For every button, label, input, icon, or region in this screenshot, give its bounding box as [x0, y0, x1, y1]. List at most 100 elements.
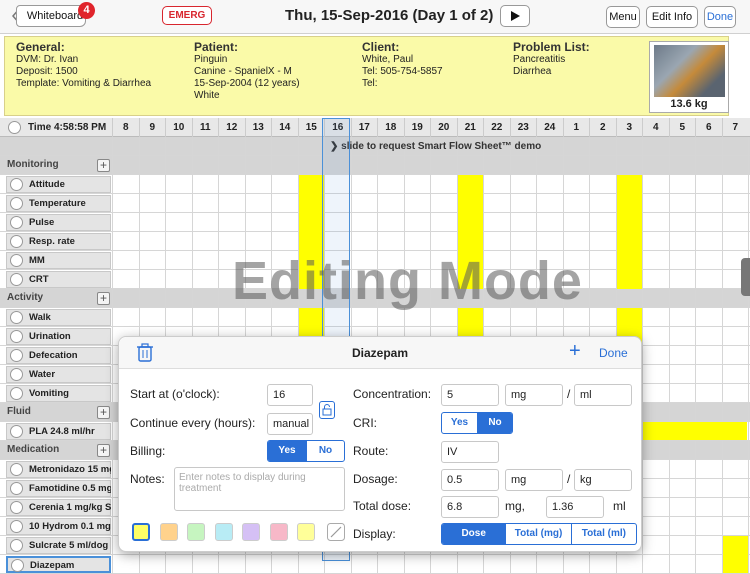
row-circle-icon[interactable]: [10, 520, 23, 533]
fluid-cells[interactable]: [643, 422, 747, 440]
add-row-icon[interactable]: +: [97, 292, 110, 305]
display-total-ml-option[interactable]: Total (ml): [570, 524, 636, 544]
hour-header-cell[interactable]: 11: [191, 118, 219, 137]
row-circle-icon[interactable]: [10, 235, 23, 248]
start-field[interactable]: 16: [267, 384, 313, 406]
billing-yes-option[interactable]: Yes: [268, 441, 306, 461]
hour-header-cell[interactable]: 22: [483, 118, 510, 137]
row-label[interactable]: 10 Hydrom 0.1 mg/kg: [6, 518, 111, 535]
hour-header-cell[interactable]: 15: [297, 118, 325, 137]
done-button[interactable]: Done: [704, 6, 736, 28]
no-color-icon[interactable]: [327, 523, 345, 541]
hour-header-cell[interactable]: 12: [218, 118, 245, 137]
row-circle-icon[interactable]: [10, 330, 23, 343]
cri-no-option[interactable]: No: [476, 413, 512, 433]
add-row-icon[interactable]: +: [97, 406, 110, 419]
dosage-unit-select[interactable]: mg: [505, 469, 563, 491]
notes-textarea[interactable]: Enter notes to display during treatment: [174, 467, 345, 511]
row-circle-icon[interactable]: [10, 178, 23, 191]
next-day-button[interactable]: [500, 5, 530, 27]
hour-header-cell[interactable]: 21: [456, 118, 484, 137]
color-swatch[interactable]: [214, 523, 233, 541]
row-circle-icon[interactable]: [10, 463, 23, 476]
row-label[interactable]: Vomiting: [6, 385, 111, 402]
row-circle-icon[interactable]: [10, 387, 23, 400]
row-circle-icon[interactable]: [10, 482, 23, 495]
row-circle-icon[interactable]: [10, 425, 23, 438]
row-circle-icon[interactable]: [10, 501, 23, 514]
cri-yes-option[interactable]: Yes: [442, 413, 477, 433]
color-swatch[interactable]: [269, 523, 288, 541]
hour-header-cell[interactable]: 10: [165, 118, 192, 137]
concentration-field[interactable]: 5: [441, 384, 499, 406]
row-label[interactable]: Sulcrate 5 ml/dog PO: [6, 537, 111, 554]
row-label[interactable]: CRT: [6, 271, 111, 288]
row-label[interactable]: Resp. rate: [6, 233, 111, 250]
row-circle-icon[interactable]: [10, 349, 23, 362]
hour-header-cell[interactable]: 18: [377, 118, 404, 137]
row-label[interactable]: Pulse: [6, 214, 111, 231]
display-dose-option[interactable]: Dose: [442, 524, 506, 544]
popup-done-button[interactable]: Done: [599, 346, 628, 360]
hour-header-cell[interactable]: 6: [695, 118, 722, 137]
row-label[interactable]: Diazepam: [6, 556, 111, 573]
hour-header-cell[interactable]: 2: [589, 118, 616, 137]
add-icon[interactable]: +: [569, 340, 581, 363]
hour-header-cell[interactable]: 24: [536, 118, 563, 137]
hour-header-cell[interactable]: 17: [350, 118, 378, 137]
hour-header-cell[interactable]: 5: [668, 118, 696, 137]
row-label[interactable]: Defecation: [6, 347, 111, 364]
concentration-unit-select[interactable]: mg: [505, 384, 563, 406]
row-label[interactable]: Metronidazo 15 mg/kg: [6, 461, 111, 478]
continue-field[interactable]: manual: [267, 413, 313, 435]
row-label[interactable]: Cerenia 1 mg/kg SQ: [6, 499, 111, 516]
total-dose-field[interactable]: 6.8: [441, 496, 499, 518]
hour-header-cell[interactable]: 4: [642, 118, 669, 137]
scheduled-cell-block[interactable]: [616, 175, 642, 289]
row-circle-icon[interactable]: [10, 368, 23, 381]
display-total-mg-option[interactable]: Total (mg): [505, 524, 570, 544]
hour-header-cell[interactable]: 14: [271, 118, 298, 137]
dosage-per-select[interactable]: kg: [574, 469, 632, 491]
color-swatch[interactable]: [187, 523, 205, 541]
add-row-icon[interactable]: +: [97, 159, 110, 172]
color-swatch[interactable]: [132, 523, 150, 541]
add-row-icon[interactable]: +: [97, 444, 110, 457]
row-label[interactable]: Famotidine 0.5 mg/kg: [6, 480, 111, 497]
row-circle-icon[interactable]: [10, 311, 23, 324]
hour-header-cell[interactable]: 23: [509, 118, 537, 137]
row-label[interactable]: Attitude: [6, 176, 111, 193]
total-ml-field[interactable]: 1.36: [546, 496, 604, 518]
scheduled-cell-block[interactable]: [722, 536, 748, 573]
edit-info-button[interactable]: Edit Info: [646, 6, 698, 28]
row-circle-icon[interactable]: [11, 559, 24, 572]
row-circle-icon[interactable]: [10, 539, 23, 552]
hour-header-cell[interactable]: 1: [562, 118, 590, 137]
color-swatch[interactable]: [242, 523, 260, 541]
hour-header-cell[interactable]: 8: [112, 118, 139, 137]
demo-banner[interactable]: ❯ slide to request Smart Flow Sheet™ dem…: [330, 141, 541, 152]
side-drawer-handle[interactable]: [741, 258, 750, 296]
row-label[interactable]: Temperature: [6, 195, 111, 212]
row-circle-icon[interactable]: [10, 216, 23, 229]
hour-header-cell[interactable]: 3: [615, 118, 643, 137]
dosage-field[interactable]: 0.5: [441, 469, 499, 491]
row-label[interactable]: Water: [6, 366, 111, 383]
row-label[interactable]: MM: [6, 252, 111, 269]
hour-header-cell[interactable]: 13: [244, 118, 272, 137]
hour-header-cell[interactable]: 20: [430, 118, 457, 137]
route-field[interactable]: IV: [441, 441, 499, 463]
hour-header-cell[interactable]: 9: [138, 118, 166, 137]
pet-photo[interactable]: 13.6 kg: [649, 41, 729, 113]
color-swatch[interactable]: [159, 523, 178, 541]
menu-button[interactable]: Menu: [606, 6, 640, 28]
row-circle-icon[interactable]: [10, 254, 23, 267]
row-label[interactable]: PLA 24.8 ml/hr: [6, 423, 111, 440]
row-circle-icon[interactable]: [10, 273, 23, 286]
billing-no-option[interactable]: No: [305, 441, 344, 461]
hour-header-cell[interactable]: 19: [403, 118, 431, 137]
row-circle-icon[interactable]: [10, 197, 23, 210]
hour-header-cell[interactable]: 7: [721, 118, 749, 137]
emergency-button[interactable]: EMERG: [162, 6, 212, 25]
color-swatch[interactable]: [297, 523, 315, 541]
